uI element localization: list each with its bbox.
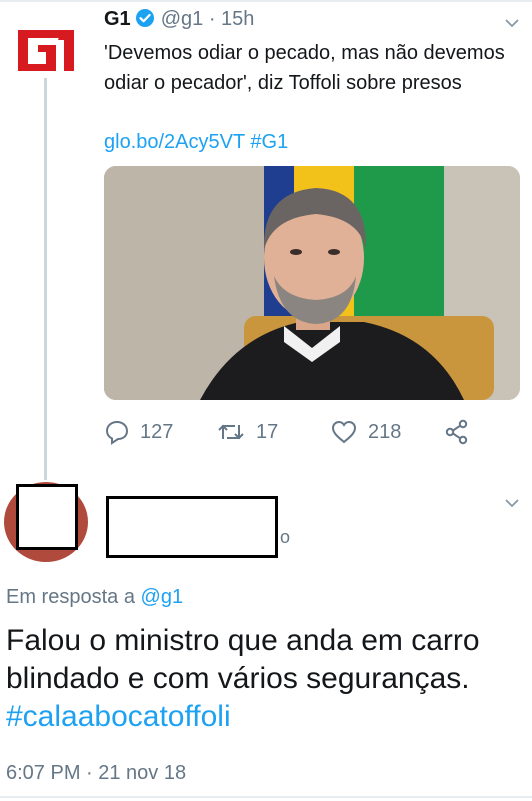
reply-icon xyxy=(105,420,129,445)
reply-timestamp[interactable]: 6:07 PM · 21 nov 18 xyxy=(6,760,186,786)
retweet-button[interactable]: 17 xyxy=(216,416,278,448)
author-name[interactable]: G1 xyxy=(104,8,131,30)
author-handle[interactable]: @g1 xyxy=(161,8,204,30)
reply-context: Em resposta a @g1 xyxy=(6,584,183,610)
share-button[interactable] xyxy=(444,416,480,448)
thread-connector-line xyxy=(44,78,47,480)
reply-text: Falou o ministro que anda em carro blind… xyxy=(6,622,526,736)
reply-body: Falou o ministro que anda em carro blind… xyxy=(6,624,480,695)
reply-prefix: Em resposta a xyxy=(6,586,135,608)
tweet-text: 'Devemos odiar o pecado, mas não devemos… xyxy=(104,42,505,94)
bottom-divider xyxy=(0,796,532,798)
redaction-box-avatar xyxy=(16,484,78,550)
hashtag-link[interactable]: #calaabocatoffoli xyxy=(6,700,231,733)
meta-separator: · xyxy=(208,8,216,30)
heart-icon xyxy=(331,420,357,444)
redaction-box-name xyxy=(106,496,278,558)
tweet-header: G1 @g1 · 15h xyxy=(104,6,254,32)
reply-count: 127 xyxy=(140,420,174,443)
g1-logo[interactable] xyxy=(12,24,80,74)
reply-mention-link[interactable]: @g1 xyxy=(141,586,184,608)
chevron-down-icon[interactable] xyxy=(505,498,519,508)
like-count: 218 xyxy=(368,420,402,443)
handle-fragment: o xyxy=(280,527,291,547)
tweet-actions: 127 17 218 xyxy=(104,416,524,448)
like-button[interactable]: 218 xyxy=(330,416,401,448)
retweet-icon xyxy=(218,424,244,440)
tweet-time[interactable]: 15h xyxy=(221,8,254,30)
tweet-link[interactable]: glo.bo/2Acy5VT #G1 xyxy=(104,128,288,156)
tweet-photo[interactable] xyxy=(104,166,520,400)
retweet-count: 17 xyxy=(256,420,279,443)
top-divider xyxy=(0,0,532,2)
share-icon xyxy=(445,419,468,445)
reply-button[interactable]: 127 xyxy=(104,416,173,448)
chevron-down-icon[interactable] xyxy=(505,18,519,28)
verified-badge-icon xyxy=(135,9,154,27)
